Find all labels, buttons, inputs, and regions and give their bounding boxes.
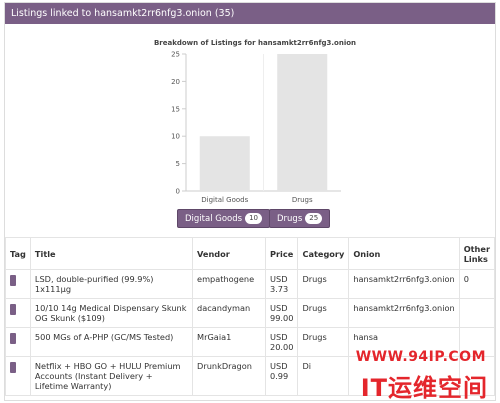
listing-breakdown-chart: Breakdown of Listings for hansamkt2rr6nf…	[5, 24, 495, 237]
title-cell[interactable]: LSD, double-purified (99.9%) 1x111µg	[29, 269, 194, 299]
y-tick-label: 0	[176, 188, 180, 196]
column-header-onion[interactable]: Onion	[348, 237, 460, 270]
filter-drugs-button[interactable]: Drugs 25	[269, 209, 331, 228]
vendor-cell[interactable]: MrGaia1	[192, 327, 266, 357]
x-tick-label: Drugs	[292, 196, 313, 204]
column-header-tag[interactable]: Tag	[5, 237, 31, 270]
y-tick-label: 15	[171, 105, 180, 113]
price-cell: USD 0.99	[264, 356, 299, 396]
category-cell: Drugs	[297, 298, 350, 328]
title-cell[interactable]: 500 MGs of A-PHP (GC/MS Tested)	[29, 327, 194, 357]
column-header-title[interactable]: Title	[29, 237, 194, 270]
other-links-cell: 0	[458, 269, 495, 299]
count-badge: 10	[245, 213, 263, 224]
filter-digital-goods-button[interactable]: Digital Goods 10	[177, 209, 271, 228]
column-header-other-links[interactable]: Other Links	[458, 237, 495, 270]
bar-chart-svg: 0 5 10 15 20 25 Digital Goods Drugs	[171, 51, 341, 204]
count-badge: 25	[305, 213, 323, 224]
table-row: 10/10 14g Medical Dispensary Skunk OG Sk…	[5, 298, 495, 328]
listings-panel: Listings linked to hansamkt2rr6nfg3.onio…	[4, 2, 496, 401]
y-tick-label: 20	[171, 78, 180, 86]
column-header-vendor[interactable]: Vendor	[192, 237, 266, 270]
tag-icon[interactable]	[10, 362, 16, 373]
panel-title: Listings linked to hansamkt2rr6nfg3.onio…	[5, 3, 495, 24]
other-links-cell	[458, 298, 495, 328]
x-tick-label: Digital Goods	[201, 196, 248, 204]
tag-cell	[5, 356, 31, 396]
vendor-cell[interactable]: empathogene	[192, 269, 266, 299]
table-header-row: Tag Title Vendor Price Category Onion Ot…	[5, 237, 495, 270]
y-tick-label: 25	[171, 51, 180, 59]
y-tick-label: 10	[171, 133, 180, 141]
vendor-cell[interactable]: dacandyman	[192, 298, 266, 328]
column-header-category[interactable]: Category	[297, 237, 350, 270]
title-cell[interactable]: Netflix + HBO GO + HULU Premium Accounts…	[29, 356, 194, 396]
filter-label: Drugs	[277, 214, 303, 224]
bar-digital-goods	[199, 136, 250, 191]
tag-cell	[5, 298, 31, 328]
watermark: WWW.94IP.COM IT运维空间	[336, 344, 496, 402]
y-tick-label: 5	[176, 160, 180, 168]
tag-cell	[5, 269, 31, 299]
price-cell: USD 20.00	[264, 327, 299, 357]
vendor-cell[interactable]: DrunkDragon	[192, 356, 266, 396]
tag-icon[interactable]	[10, 333, 16, 344]
column-header-price[interactable]: Price	[264, 237, 299, 270]
filter-label: Digital Goods	[185, 214, 243, 224]
onion-cell[interactable]: hansamkt2rr6nfg3.onion	[348, 269, 460, 299]
title-cell[interactable]: 10/10 14g Medical Dispensary Skunk OG Sk…	[29, 298, 194, 328]
table-row: LSD, double-purified (99.9%) 1x111µg emp…	[5, 269, 495, 299]
tag-cell	[5, 327, 31, 357]
watermark-text: IT运维空间	[360, 374, 488, 402]
bar-drugs	[277, 54, 328, 191]
price-cell: USD 99.00	[264, 298, 299, 328]
price-cell: USD 3.73	[264, 269, 299, 299]
tag-icon[interactable]	[10, 304, 16, 315]
onion-cell[interactable]: hansamkt2rr6nfg3.onion	[348, 298, 460, 328]
category-cell: Drugs	[297, 269, 350, 299]
watermark-url: WWW.94IP.COM	[355, 349, 486, 365]
tag-icon[interactable]	[10, 275, 16, 286]
